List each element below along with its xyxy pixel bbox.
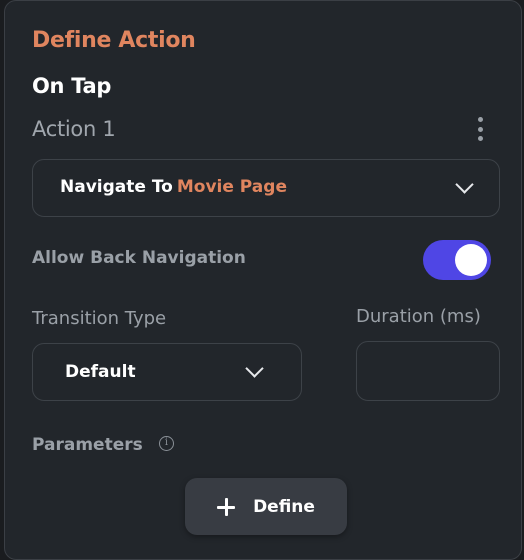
transition-type-label: Transition Type [32, 308, 167, 329]
parameters-label: Parameters [32, 435, 143, 455]
trigger-label: On Tap [32, 74, 112, 98]
allow-back-navigation-label: Allow Back Navigation [32, 248, 246, 268]
define-parameter-button[interactable]: Define [185, 478, 347, 535]
transition-type-dropdown[interactable]: Default [32, 343, 302, 401]
info-icon[interactable]: i [159, 436, 174, 451]
more-options-icon[interactable] [473, 117, 487, 141]
navigate-prefix: Navigate To [60, 177, 173, 197]
allow-back-navigation-toggle[interactable] [423, 240, 491, 280]
section-title: Define Action [32, 28, 196, 53]
kebab-dot [477, 136, 483, 141]
define-action-panel: Define Action On Tap Action 1 Navigate T… [4, 0, 522, 560]
navigate-to-value: Navigate To Movie Page [60, 177, 287, 197]
duration-input[interactable] [356, 341, 500, 401]
duration-label: Duration (ms) [356, 306, 481, 327]
chevron-down-icon [245, 359, 264, 378]
toggle-knob [455, 244, 487, 276]
define-button-label: Define [253, 496, 315, 517]
chevron-down-icon [455, 175, 474, 194]
kebab-dot [477, 117, 483, 122]
plus-icon [217, 497, 236, 516]
navigate-target-page: Movie Page [176, 177, 287, 197]
navigate-to-dropdown[interactable]: Navigate To Movie Page [32, 159, 500, 217]
kebab-dot [477, 126, 483, 132]
transition-type-value: Default [65, 362, 136, 382]
action-label: Action 1 [32, 117, 116, 141]
